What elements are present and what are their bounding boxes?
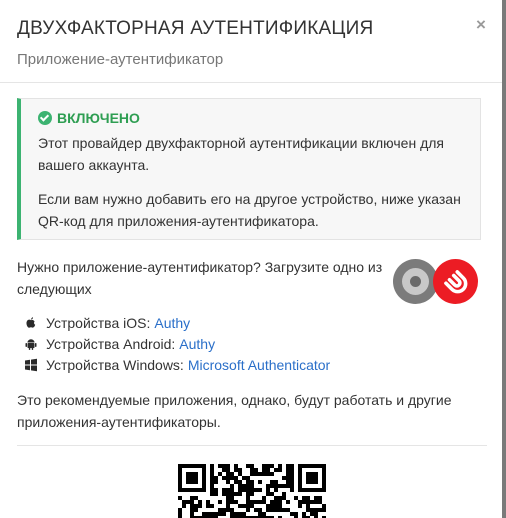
android-icon: [24, 337, 38, 351]
android-device-label: Устройства Android:: [46, 335, 176, 352]
modal-backdrop: [502, 0, 506, 518]
qr-code: [178, 464, 326, 518]
app-row-windows: Устройства Windows: Microsoft Authentica…: [24, 354, 484, 375]
check-circle-icon: [38, 111, 52, 125]
two-factor-modal: ДВУХФАКТОРНАЯ АУТЕНТИФИКАЦИЯ Приложение-…: [0, 0, 502, 518]
authy-android-link[interactable]: Authy: [179, 336, 215, 352]
app-row-ios: Устройства iOS: Authy: [24, 312, 484, 333]
status-alert: ВКЛЮЧЕНО Этот провайдер двухфакторной ау…: [17, 98, 481, 240]
microsoft-authenticator-link[interactable]: Microsoft Authenticator: [188, 357, 330, 373]
close-button[interactable]: ×: [472, 14, 490, 36]
status-text-qr-info: Если вам нужно добавить его на другое ус…: [38, 191, 461, 229]
status-label: ВКЛЮЧЕНО: [57, 110, 140, 126]
download-intro: Нужно приложение-аутентификатор? Загрузи…: [17, 259, 383, 297]
authy-icon: [433, 259, 478, 304]
authy-ios-link[interactable]: Authy: [154, 315, 190, 331]
recommendation-note: Это рекомендуемые приложения, однако, бу…: [17, 392, 452, 430]
divider: [17, 445, 487, 446]
app-row-android: Устройства Android: Authy: [24, 333, 484, 354]
apple-icon: [24, 316, 38, 330]
modal-title: ДВУХФАКТОРНАЯ АУТЕНТИФИКАЦИЯ Приложение-…: [17, 14, 457, 75]
status-text-enabled: Этот провайдер двухфакторной аутентифика…: [38, 135, 444, 173]
modal-header: ДВУХФАКТОРНАЯ АУТЕНТИФИКАЦИЯ Приложение-…: [0, 0, 502, 83]
status-heading: ВКЛЮЧЕНО: [38, 108, 464, 128]
app-logos: [393, 256, 483, 306]
modal-title-main: ДВУХФАКТОРНАЯ АУТЕНТИФИКАЦИЯ: [17, 18, 374, 39]
ios-device-label: Устройства iOS:: [46, 314, 151, 331]
modal-title-subtitle: Приложение-аутентификатор: [17, 51, 224, 68]
windows-icon: [24, 358, 38, 372]
google-authenticator-icon: [393, 259, 438, 304]
recommended-apps-list: Устройства iOS: Authy Устройства Android…: [24, 312, 484, 375]
windows-device-label: Устройства Windows:: [46, 356, 184, 373]
